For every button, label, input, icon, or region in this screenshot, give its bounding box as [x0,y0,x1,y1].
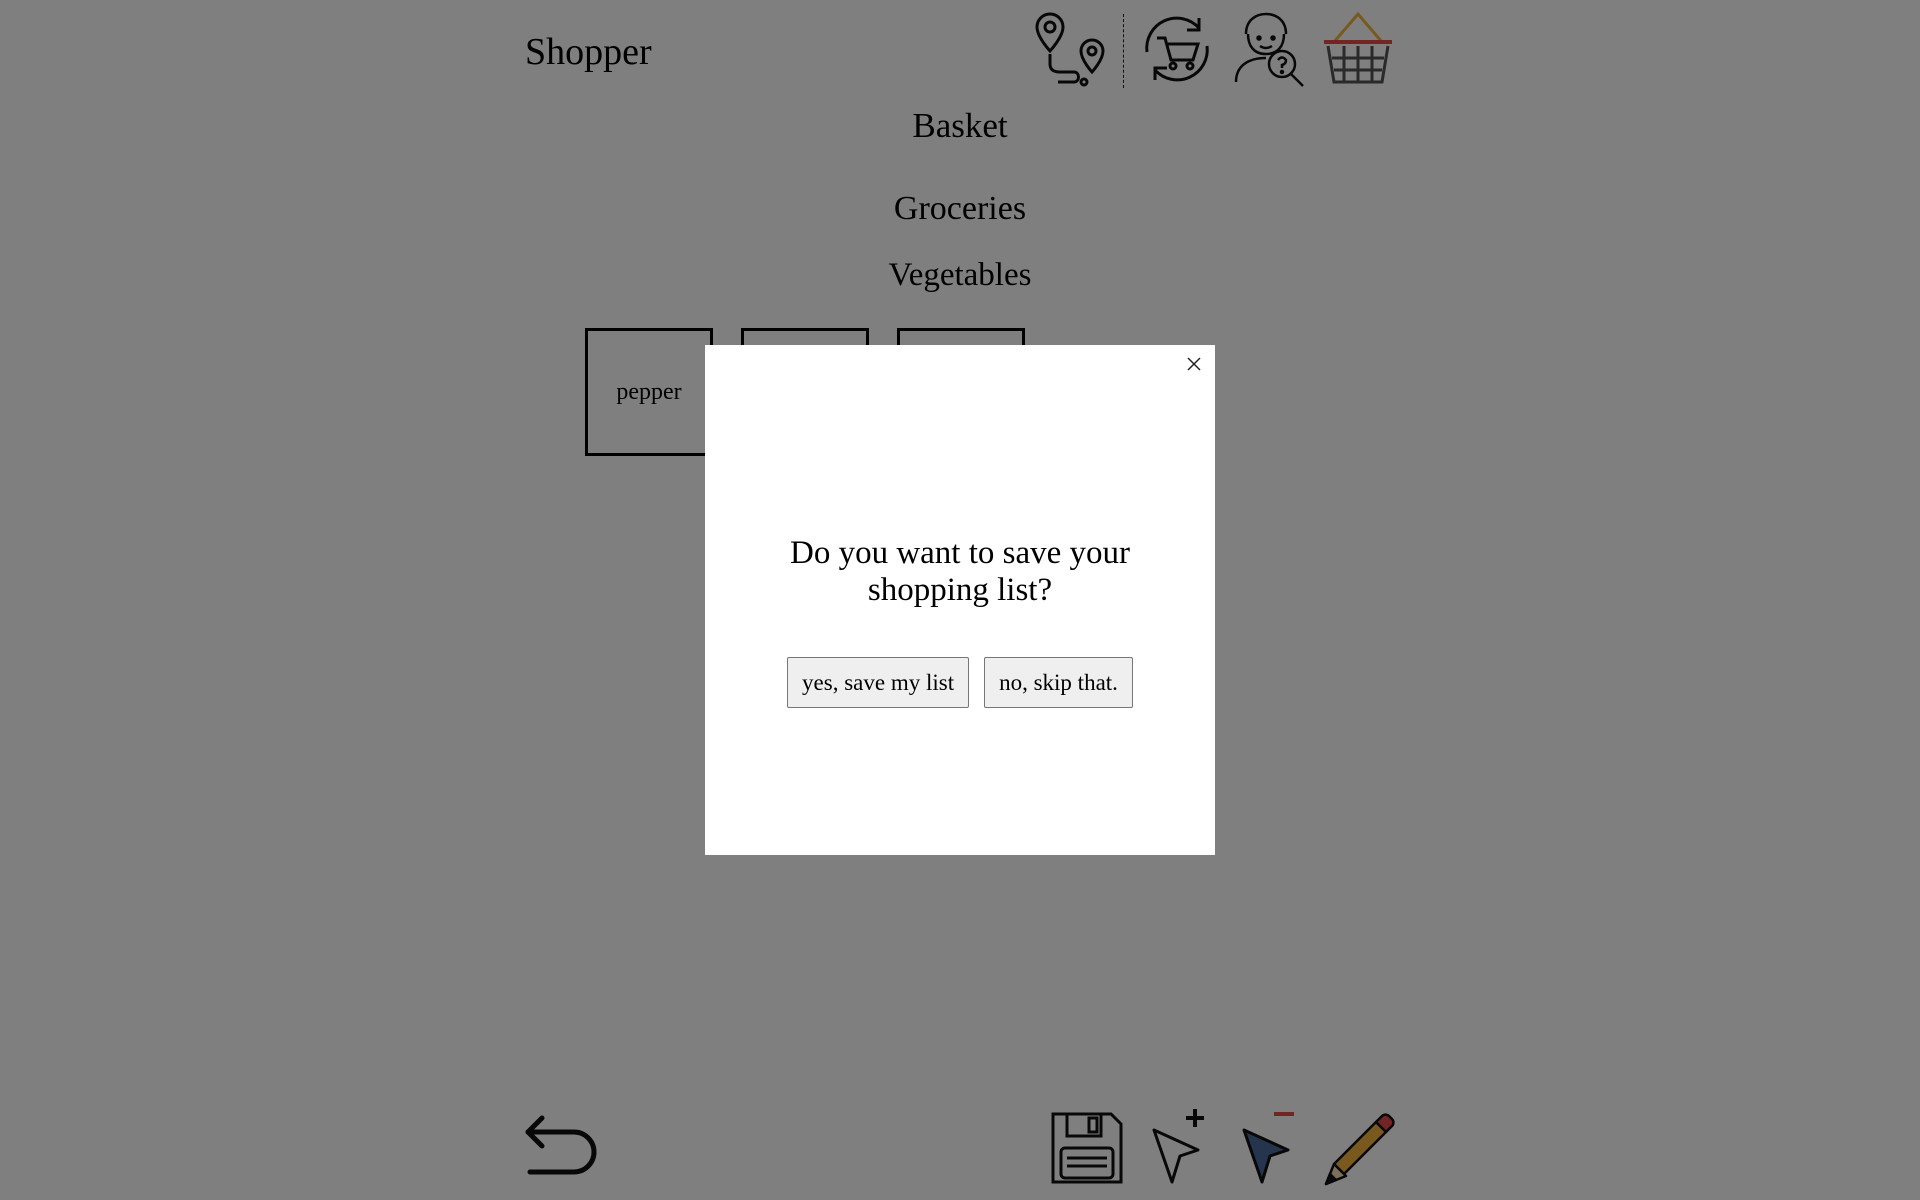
dialog-actions: yes, save my list no, skip that. [705,657,1215,708]
app-root: Shopper [0,0,1920,1200]
decline-save-button[interactable]: no, skip that. [984,657,1133,708]
close-icon[interactable] [1183,353,1205,375]
dialog-question: Do you want to save your shopping list? [789,535,1131,608]
confirm-save-button[interactable]: yes, save my list [787,657,970,708]
save-list-dialog: Do you want to save your shopping list? … [705,345,1215,855]
